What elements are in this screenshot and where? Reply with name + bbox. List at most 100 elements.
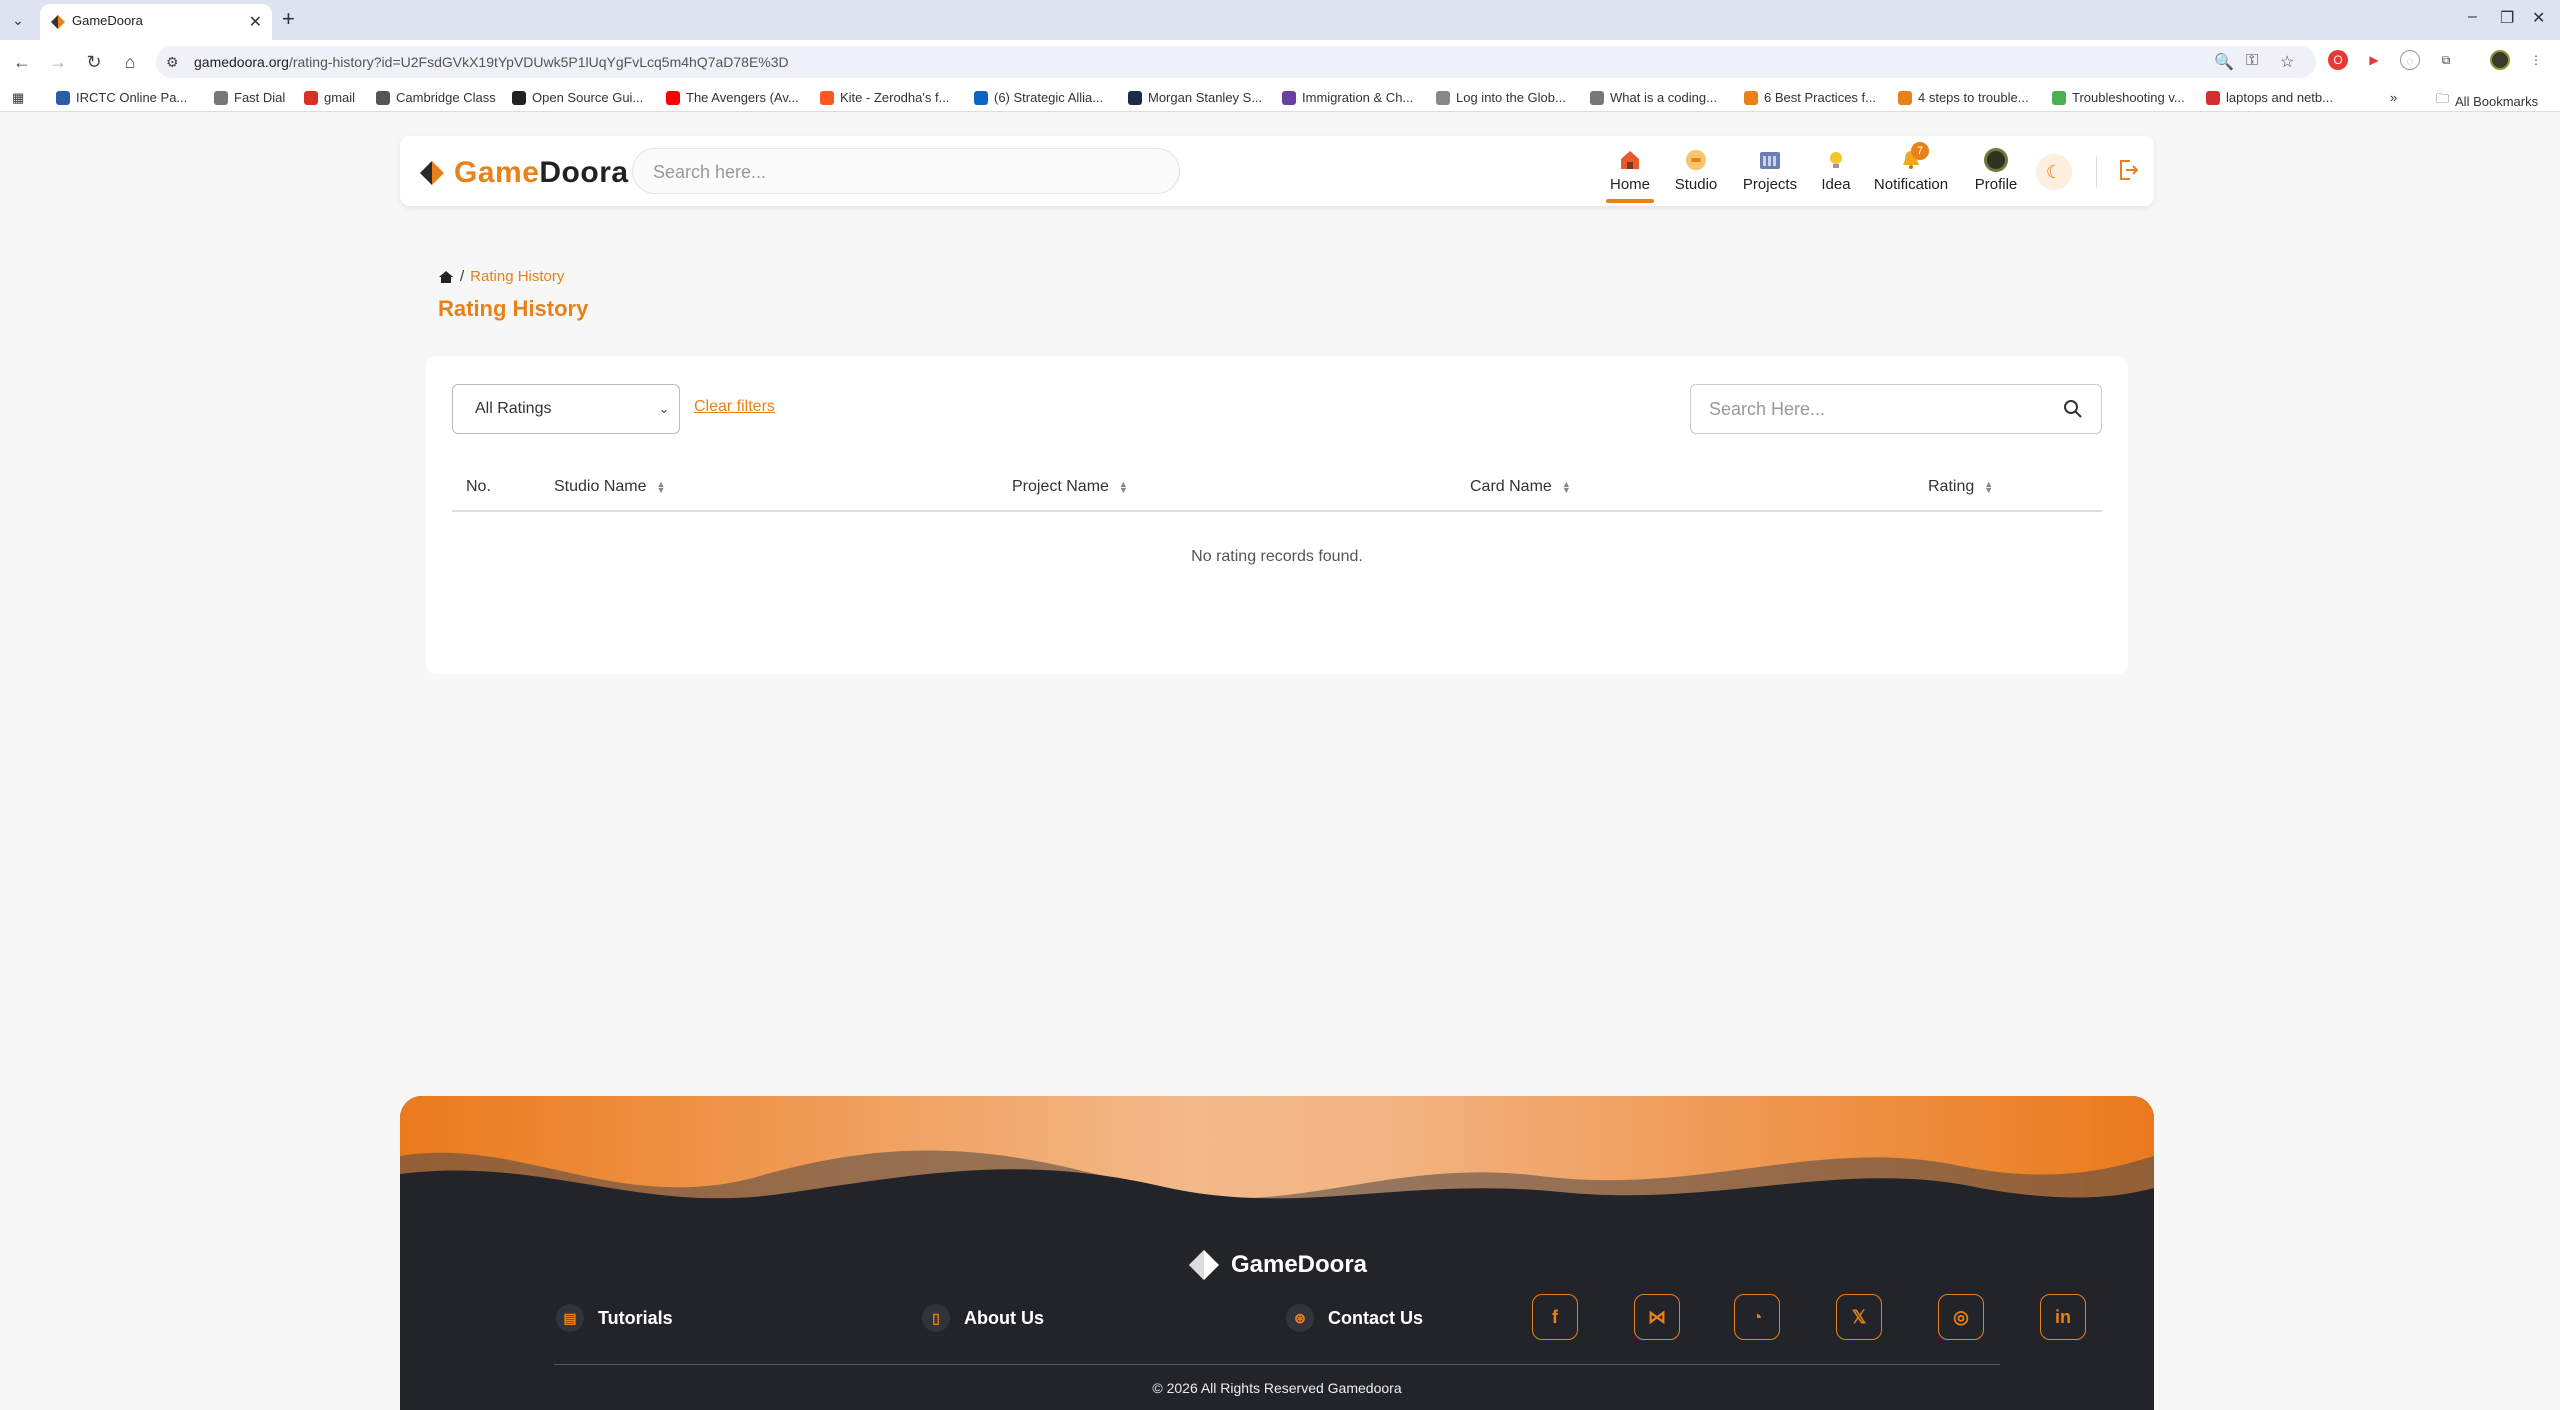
nav-idea[interactable]: Idea xyxy=(1818,148,1854,193)
site-header: GameDoora Search here... Home Studio Pro… xyxy=(400,136,2154,206)
footer-link-tutorials[interactable]: ▤ Tutorials xyxy=(556,1304,673,1332)
apps-grid-icon[interactable]: ▦ xyxy=(12,90,24,106)
extensions-puzzle-icon[interactable]: ⧉ xyxy=(2436,50,2456,70)
bookmark-item[interactable]: laptops and netb... xyxy=(2206,90,2333,105)
nav-home[interactable]: Home xyxy=(1606,148,1654,203)
extension-opera-icon[interactable]: O xyxy=(2328,50,2348,70)
column-header-rating[interactable]: Rating ▲ ▼ xyxy=(1928,478,1993,496)
restore-icon[interactable]: ❐ xyxy=(2500,8,2514,28)
zoom-icon[interactable]: 🔍 xyxy=(2214,52,2234,72)
breadcrumb-separator: / xyxy=(460,268,465,285)
back-icon[interactable]: ← xyxy=(10,50,34,74)
sort-icon[interactable]: ▲ ▼ xyxy=(1984,480,1993,495)
instagram-icon[interactable]: ◎ xyxy=(1938,1294,1984,1340)
rating-filter-select[interactable]: All Ratings ⌄ xyxy=(452,384,680,434)
site-logo[interactable]: GameDoora xyxy=(418,156,629,190)
bookmark-item[interactable]: 6 Best Practices f... xyxy=(1744,90,1876,105)
bookmark-favicon-icon xyxy=(1590,90,1604,105)
column-label-rating: Rating xyxy=(1928,478,1975,495)
bookmark-item[interactable]: (6) Strategic Allia... xyxy=(974,90,1103,105)
footer-link-tutorials-label: Tutorials xyxy=(598,1307,673,1328)
nav-projects[interactable]: Projects xyxy=(1740,148,1800,193)
bookmark-favicon-icon xyxy=(1436,90,1450,105)
browser-menu-icon[interactable]: ⋮ xyxy=(2526,50,2546,70)
bookmark-item[interactable]: Open Source Gui... xyxy=(512,90,643,105)
breadcrumb-current[interactable]: Rating History xyxy=(470,268,564,285)
url-text[interactable]: gamedoora.org/rating-history?id=U2FsdGVk… xyxy=(194,54,789,70)
page-title: Rating History xyxy=(438,296,589,321)
bookmark-label: laptops and netb... xyxy=(2226,90,2333,105)
forward-icon[interactable]: → xyxy=(46,50,70,74)
footer-logo[interactable]: GameDoora xyxy=(400,1248,2154,1282)
window-close-icon[interactable]: ✕ xyxy=(2532,8,2545,28)
search-icon[interactable] xyxy=(2063,399,2083,419)
footer-link-contact-us[interactable]: ⊛ Contact Us xyxy=(1286,1304,1423,1332)
github-icon[interactable]: ◔ xyxy=(1734,1294,1780,1340)
site-info-icon[interactable]: ⚙ xyxy=(166,54,179,71)
column-label-card-name: Card Name xyxy=(1470,478,1552,495)
profile-avatar-icon[interactable] xyxy=(2490,50,2510,70)
bookmark-item[interactable]: Log into the Glob... xyxy=(1436,90,1566,105)
gamedoora-logo-icon xyxy=(420,161,444,185)
address-bar[interactable]: ⚙ gamedoora.org/rating-history?id=U2FsdG… xyxy=(156,46,2316,78)
nav-notification[interactable]: 7 Notification xyxy=(1870,142,1952,193)
bookmark-favicon-icon xyxy=(1128,90,1142,105)
bookmark-item[interactable]: Troubleshooting v... xyxy=(2052,90,2185,105)
footer-link-contact-us-label: Contact Us xyxy=(1328,1307,1424,1328)
bookmark-favicon-icon xyxy=(376,90,390,105)
reload-icon[interactable]: ↻ xyxy=(82,50,106,74)
table-search-placeholder: Search Here... xyxy=(1709,399,1826,419)
minimize-icon[interactable]: – xyxy=(2468,8,2477,26)
breadcrumb-home-icon[interactable] xyxy=(438,269,454,285)
bookmark-item[interactable]: gmail xyxy=(304,90,355,105)
browser-tabstrip: ⌄ GameDoora ✕ + – ❐ ✕ xyxy=(0,0,2560,40)
bookmark-item[interactable]: Immigration & Ch... xyxy=(1282,90,1413,105)
nav-profile[interactable]: Profile xyxy=(1972,148,2020,193)
notification-count-badge: 7 xyxy=(1911,142,1929,160)
new-tab-button[interactable]: + xyxy=(282,6,295,32)
bookmark-item[interactable]: IRCTC Online Pa... xyxy=(56,90,187,105)
table-search-input[interactable]: Search Here... xyxy=(1690,384,2102,434)
global-search-input[interactable]: Search here... xyxy=(632,148,1180,194)
column-header-card-name[interactable]: Card Name ▲ ▼ xyxy=(1470,478,1571,496)
nav-home-label: Home xyxy=(1609,176,1650,193)
theme-toggle-moon-icon[interactable]: ☾ xyxy=(2036,154,2072,190)
nav-studio[interactable]: Studio xyxy=(1674,148,1718,193)
sort-icon[interactable]: ▲ ▼ xyxy=(657,480,666,495)
tab-close-icon[interactable]: ✕ xyxy=(249,12,262,32)
bookmark-item[interactable]: Cambridge Class xyxy=(376,90,496,105)
home-icon xyxy=(1621,151,1639,169)
column-header-studio-name[interactable]: Studio Name ▲ ▼ xyxy=(554,478,665,496)
tab-search-icon[interactable]: ⌄ xyxy=(8,10,28,30)
url-path: /rating-history?id=U2FsdGVkX19tYpVDUwk5P… xyxy=(288,54,789,70)
password-key-icon[interactable]: ⚿ xyxy=(2246,52,2258,70)
column-header-project-name[interactable]: Project Name ▲ ▼ xyxy=(1012,478,1128,496)
bookmark-item[interactable]: Fast Dial xyxy=(214,90,285,105)
extension-circle-icon[interactable]: ◌ xyxy=(2400,50,2420,70)
url-host: gamedoora.org xyxy=(194,54,289,70)
bookmark-favicon-icon xyxy=(304,90,318,105)
logout-icon[interactable] xyxy=(2116,158,2140,182)
home-page-icon[interactable]: ⌂ xyxy=(118,50,142,74)
bookmark-label: Immigration & Ch... xyxy=(1302,90,1414,105)
sort-icon[interactable]: ▲ ▼ xyxy=(1562,480,1571,495)
nav-notification-label: Notification xyxy=(1873,176,1949,193)
more-bookmarks-icon[interactable]: » xyxy=(2390,90,2397,105)
all-bookmarks[interactable]: 🗀 All Bookmarks xyxy=(2436,90,2538,112)
clear-filters-link[interactable]: Clear filters xyxy=(694,398,775,416)
bookmark-item[interactable]: 4 steps to trouble... xyxy=(1898,90,2029,105)
sort-icon[interactable]: ▲ ▼ xyxy=(1119,480,1128,495)
browser-tab[interactable]: GameDoora ✕ xyxy=(40,4,272,40)
document-icon: ▯ xyxy=(922,1304,950,1332)
bookmark-item[interactable]: What is a coding... xyxy=(1590,90,1717,105)
linkedin-icon[interactable]: in xyxy=(2040,1294,2086,1340)
x-icon[interactable]: 𝕏 xyxy=(1836,1294,1882,1340)
bookmark-item[interactable]: The Avengers (Av... xyxy=(666,90,799,105)
footer-link-about-us[interactable]: ▯ About Us xyxy=(922,1304,1044,1332)
bookmark-star-icon[interactable]: ☆ xyxy=(2280,52,2294,72)
bookmark-item[interactable]: Kite - Zerodha's f... xyxy=(820,90,949,105)
bluesky-icon[interactable]: ⋈ xyxy=(1634,1294,1680,1340)
extension-video-icon[interactable]: ▶ xyxy=(2364,50,2384,70)
facebook-icon[interactable]: f xyxy=(1532,1294,1578,1340)
bookmark-item[interactable]: Morgan Stanley S... xyxy=(1128,90,1262,105)
